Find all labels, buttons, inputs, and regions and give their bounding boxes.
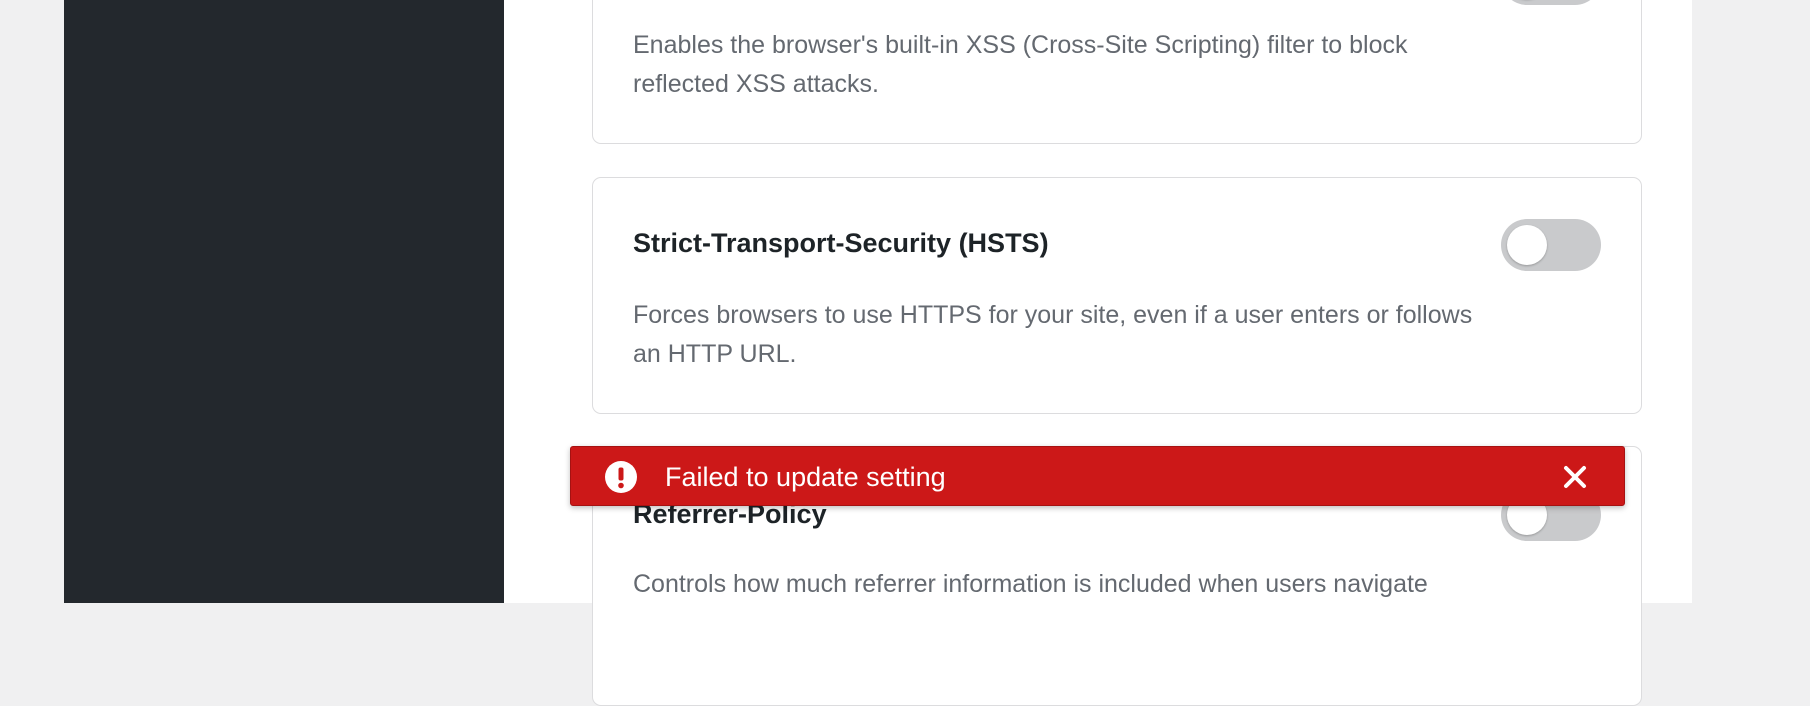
setting-card-hsts: Strict-Transport-Security (HSTS) Forces … — [592, 177, 1642, 414]
setting-description: Controls how much referrer information i… — [633, 570, 1428, 598]
setting-card-xss-protection: Enables the browser's built-in XSS (Cros… — [592, 0, 1642, 144]
toggle-knob — [1507, 225, 1547, 265]
error-notice: Failed to update setting — [570, 446, 1625, 506]
close-icon[interactable] — [1562, 464, 1588, 490]
exclamation-circle-icon — [605, 461, 637, 493]
setting-title: Strict-Transport-Security (HSTS) — [633, 228, 1049, 258]
setting-description: Enables the browser's built-in XSS (Cros… — [633, 31, 1408, 98]
hsts-toggle[interactable] — [1501, 219, 1601, 271]
xss-protection-toggle[interactable] — [1501, 0, 1601, 5]
error-notice-message: Failed to update setting — [665, 462, 946, 492]
setting-description: Forces browsers to use HTTPS for your si… — [633, 301, 1473, 368]
admin-sidebar — [64, 0, 504, 603]
